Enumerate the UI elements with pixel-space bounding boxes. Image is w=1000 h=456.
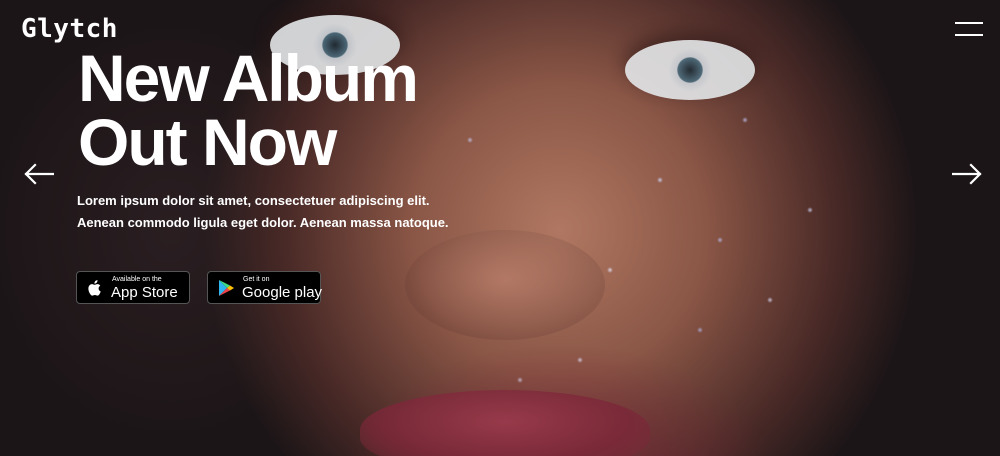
- apple-icon: [85, 278, 105, 298]
- hero-description: Lorem ipsum dolor sit amet, consectetuer…: [77, 190, 449, 234]
- google-play-button[interactable]: Get it on Google play: [207, 271, 323, 304]
- hamburger-icon[interactable]: [955, 22, 983, 38]
- google-play-icon: [216, 278, 236, 298]
- menu-bar-bottom: [955, 34, 983, 36]
- arrow-left-icon[interactable]: [24, 163, 55, 185]
- menu-bar-top: [955, 22, 983, 24]
- description-line-1: Lorem ipsum dolor sit amet, consectetuer…: [77, 193, 430, 208]
- app-store-small-label: Available on the: [112, 276, 162, 283]
- app-store-label: App Store: [111, 284, 178, 301]
- description-line-2: Aenean commodo ligula eget dolor. Aenean…: [77, 215, 449, 230]
- headline-line-1: New Album: [78, 41, 419, 115]
- app-store-button[interactable]: Available on the App Store: [76, 271, 190, 304]
- arrow-right-icon[interactable]: [951, 163, 982, 185]
- hero-section: Glytch New Album Out Now Lorem ipsum dol…: [0, 0, 1000, 456]
- headline-line-2: Out Now: [78, 105, 337, 179]
- hero-headline: New Album Out Now: [78, 41, 419, 179]
- google-play-label: Google play: [242, 284, 323, 301]
- site-logo[interactable]: Glytch: [21, 14, 118, 44]
- google-play-small-label: Get it on: [243, 276, 270, 283]
